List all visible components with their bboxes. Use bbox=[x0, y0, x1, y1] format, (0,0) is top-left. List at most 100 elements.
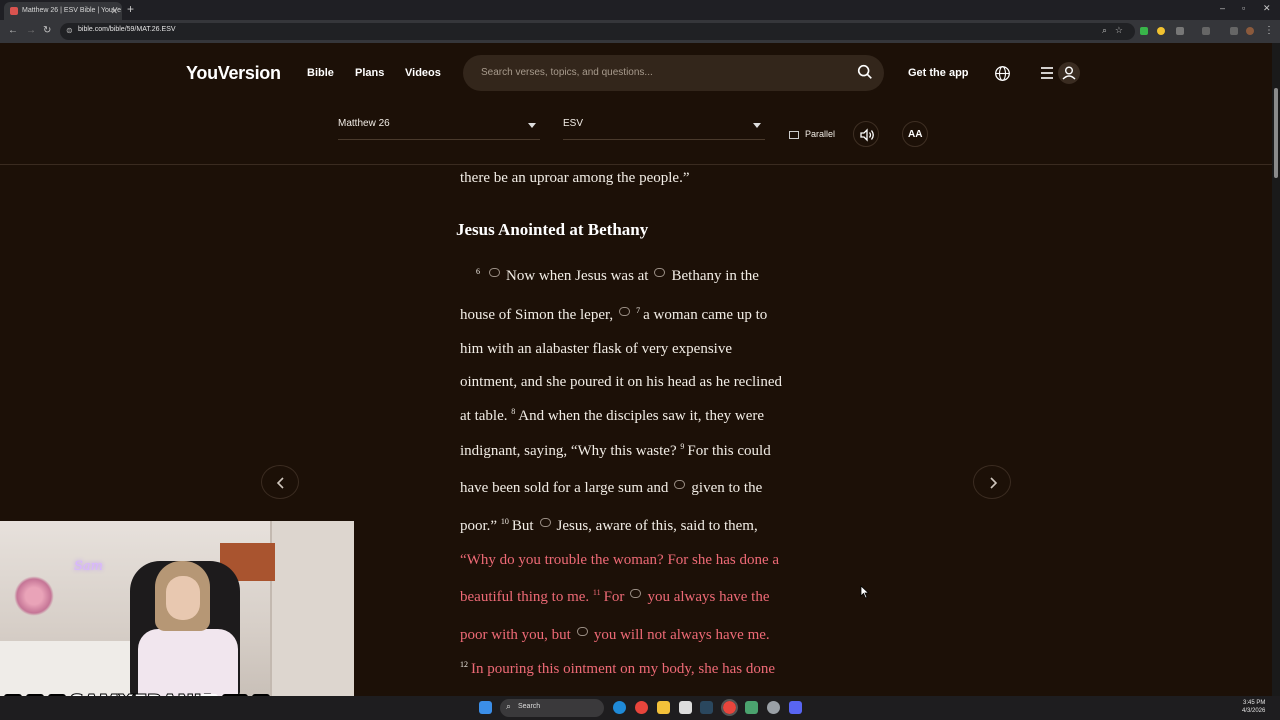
chevron-down-icon bbox=[528, 123, 536, 128]
browser-toolbar: ← → ↻ ⊜ bible.com/bible/59/MAT.26.ESV ⌕ … bbox=[0, 20, 1280, 43]
scrollbar-thumb[interactable] bbox=[1274, 88, 1278, 178]
words-of-christ-line[interactable]: 12 In pouring this ointment on my body, s… bbox=[460, 660, 775, 678]
reload-icon[interactable]: ↻ bbox=[43, 25, 51, 36]
audio-button[interactable] bbox=[853, 121, 879, 147]
browser-menu-icon[interactable]: ⋮ bbox=[1264, 25, 1274, 36]
search-input[interactable]: Search verses, topics, and questions... bbox=[463, 55, 884, 91]
next-chapter-button[interactable] bbox=[973, 465, 1011, 499]
verse-text: poor with you, but bbox=[460, 627, 571, 643]
verse-number: 6 bbox=[476, 267, 480, 276]
verse-number: 12 bbox=[460, 660, 468, 669]
nav-videos[interactable]: Videos bbox=[405, 67, 441, 79]
verse-text: have been sold for a large sum and bbox=[460, 480, 669, 496]
forward-icon[interactable]: → bbox=[26, 25, 36, 36]
taskbar-clock[interactable]: 3:45 PM 4/3/2026 bbox=[1242, 699, 1265, 715]
language-globe-icon[interactable] bbox=[994, 65, 1011, 82]
words-of-christ-line[interactable]: beautiful thing to me. 11 For you always h… bbox=[460, 588, 769, 606]
extension-icon[interactable] bbox=[1140, 27, 1148, 35]
dark-mode-extension-icon[interactable] bbox=[1157, 27, 1165, 35]
verse-number: 7 bbox=[636, 306, 641, 315]
app-icon[interactable] bbox=[745, 701, 758, 714]
section-heading: Jesus Anointed at Bethany bbox=[456, 220, 649, 239]
verse-number: 8 bbox=[511, 407, 516, 416]
verse-line[interactable]: indignant, saying, “Why this waste? 9 For… bbox=[460, 442, 771, 460]
webcam-overlay: Sam bbox=[0, 521, 354, 696]
verse-number: 9 bbox=[680, 442, 685, 451]
taskbar-search-label: Search bbox=[518, 703, 541, 710]
zoom-icon[interactable]: ⌕ bbox=[1102, 25, 1107, 36]
version-selector[interactable]: ESV bbox=[563, 118, 765, 140]
taskbar-search[interactable]: ⌕ Search bbox=[500, 699, 604, 717]
comment-icon[interactable] bbox=[630, 589, 642, 599]
address-bar[interactable]: ⊜ bible.com/bible/59/MAT.26.ESV ⌕ ☆ bbox=[60, 23, 1135, 40]
verse-text: Jesus, aware of this, said to them, bbox=[556, 518, 758, 534]
back-icon[interactable]: ← bbox=[8, 25, 18, 36]
verse-line[interactable]: house of Simon the leper, 7 a woman came u… bbox=[460, 306, 767, 324]
verse-line[interactable]: him with an alabaster flask of very expe… bbox=[460, 341, 732, 358]
verse-text: you always have the bbox=[647, 589, 770, 605]
verse-text: given to the bbox=[691, 480, 763, 496]
get-app-link[interactable]: Get the app bbox=[908, 67, 969, 79]
verse-text: you will not always have me. bbox=[593, 627, 770, 643]
page-scrollbar[interactable] bbox=[1272, 43, 1280, 696]
close-window-icon[interactable]: ✕ bbox=[1263, 3, 1271, 14]
verse-text[interactable]: there be an uproar among the people.” bbox=[460, 170, 689, 187]
tab-title: Matthew 26 | ESV Bible | YouVe bbox=[22, 7, 121, 14]
file-explorer-icon[interactable] bbox=[657, 701, 670, 714]
close-tab-icon[interactable]: ✕ bbox=[110, 2, 118, 20]
edge-icon[interactable] bbox=[613, 701, 626, 714]
book-chapter-selector[interactable]: Matthew 26 bbox=[338, 118, 540, 140]
previous-chapter-button[interactable] bbox=[261, 465, 299, 499]
font-settings-label: AA bbox=[908, 129, 923, 140]
downloads-icon[interactable] bbox=[1230, 27, 1238, 35]
font-settings-button[interactable]: AA bbox=[902, 121, 928, 147]
words-of-christ-line[interactable]: “Why do you trouble the woman? For she h… bbox=[460, 552, 779, 569]
browser-tab[interactable]: Matthew 26 | ESV Bible | YouVe ✕ bbox=[4, 2, 122, 20]
verse-line[interactable]: 6 Now when Jesus was at Bethany in the bbox=[476, 267, 759, 285]
hamburger-menu-icon[interactable] bbox=[1040, 66, 1054, 80]
nav-bible[interactable]: Bible bbox=[307, 67, 334, 79]
minimize-icon[interactable]: – bbox=[1220, 3, 1225, 13]
sidebar-icon[interactable] bbox=[1202, 27, 1210, 35]
site-info-icon[interactable]: ⊜ bbox=[66, 26, 73, 35]
chevron-right-icon bbox=[990, 477, 998, 489]
search-icon: ⌕ bbox=[506, 701, 512, 711]
verse-text: Now when Jesus was at bbox=[506, 268, 649, 284]
youversion-logo[interactable]: YouVersion bbox=[186, 63, 281, 84]
verse-line[interactable]: have been sold for a large sum and given … bbox=[460, 480, 762, 497]
extensions-puzzle-icon[interactable] bbox=[1176, 27, 1184, 35]
verse-text: For bbox=[603, 589, 625, 605]
clock-date: 4/3/2026 bbox=[1242, 708, 1266, 714]
words-of-christ-line[interactable]: poor with you, but you will not always ha… bbox=[460, 627, 770, 644]
bible-favicon-icon bbox=[10, 7, 18, 15]
comment-icon[interactable] bbox=[489, 268, 500, 278]
verse-text: house of Simon the leper, bbox=[460, 307, 614, 323]
settings-gear-icon[interactable] bbox=[767, 701, 780, 714]
nav-plans[interactable]: Plans bbox=[355, 67, 384, 79]
chrome-active-icon[interactable] bbox=[721, 699, 738, 716]
profile-button[interactable] bbox=[1058, 62, 1080, 84]
verse-line[interactable]: ointment, and she poured it on his head … bbox=[460, 374, 782, 391]
comment-icon[interactable] bbox=[619, 307, 631, 317]
profile-avatar-icon[interactable] bbox=[1246, 27, 1254, 35]
parallel-button[interactable]: Parallel bbox=[789, 129, 835, 139]
webcam-person-face bbox=[166, 576, 200, 620]
comment-icon[interactable] bbox=[654, 268, 666, 278]
search-icon[interactable] bbox=[856, 63, 874, 81]
discord-taskbar-icon[interactable] bbox=[789, 701, 802, 714]
comment-icon[interactable] bbox=[576, 627, 588, 637]
restore-icon[interactable]: ▫ bbox=[1242, 3, 1245, 13]
bookmark-star-icon[interactable]: ☆ bbox=[1115, 25, 1123, 36]
comment-icon[interactable] bbox=[539, 518, 551, 528]
windows-start-icon[interactable] bbox=[479, 701, 492, 714]
store-icon[interactable] bbox=[679, 701, 692, 714]
verse-line[interactable]: poor.” 10 But Jesus, aware of this, said t… bbox=[460, 517, 758, 535]
webcam-person-body bbox=[138, 629, 238, 696]
chrome-icon[interactable] bbox=[635, 701, 648, 714]
verse-line[interactable]: at table. 8 And when the disciples saw it… bbox=[460, 407, 764, 425]
search-placeholder: Search verses, topics, and questions... bbox=[481, 67, 653, 78]
new-tab-icon[interactable]: + bbox=[127, 2, 134, 16]
comment-icon[interactable] bbox=[674, 480, 686, 490]
steam-icon[interactable] bbox=[700, 701, 713, 714]
verse-text: indignant, saying, “Why this waste? bbox=[460, 443, 677, 459]
